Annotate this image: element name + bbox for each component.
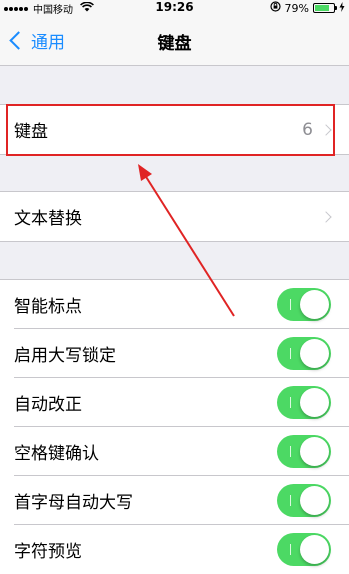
space-confirm-label: 空格键确认 <box>14 444 99 464</box>
status-right: 79% <box>269 1 345 15</box>
auto-correction-row: 自动改正 <box>0 378 349 427</box>
charging-icon <box>339 1 345 15</box>
battery-fill <box>315 5 329 11</box>
caps-lock-row: 启用大写锁定 <box>0 329 349 378</box>
toggle-knob <box>300 339 329 368</box>
text-replacement-group: 文本替换 <box>0 191 349 242</box>
smart-punctuation-label: 智能标点 <box>14 297 82 317</box>
caps-lock-label: 启用大写锁定 <box>14 346 116 366</box>
space-confirm-row: 空格键确认 <box>0 427 349 476</box>
text-replacement-row[interactable]: 文本替换 <box>0 192 349 241</box>
auto-correction-label: 自动改正 <box>14 395 82 415</box>
toggles-group: 智能标点 启用大写锁定 自动改正 空格键确认 首字母自动大写 字符预览 <box>0 279 349 574</box>
caps-lock-toggle[interactable] <box>277 337 331 370</box>
auto-capitalization-row: 首字母自动大写 <box>0 476 349 525</box>
character-preview-label: 字符预览 <box>14 542 82 562</box>
character-preview-toggle[interactable] <box>277 533 331 566</box>
space-confirm-toggle[interactable] <box>277 435 331 468</box>
toggle-knob <box>300 486 329 515</box>
toggle-knob <box>300 437 329 466</box>
smart-punctuation-toggle[interactable] <box>277 288 331 321</box>
navigation-bar: 通用 键盘 <box>0 16 349 66</box>
text-replacement-label: 文本替换 <box>14 209 82 229</box>
auto-correction-toggle[interactable] <box>277 386 331 419</box>
orientation-lock-icon <box>269 1 281 15</box>
auto-capitalization-label: 首字母自动大写 <box>14 493 133 513</box>
chevron-right-icon <box>320 210 332 223</box>
auto-capitalization-toggle[interactable] <box>277 484 331 517</box>
toggle-knob <box>300 388 329 417</box>
battery-icon <box>313 3 337 13</box>
toggle-knob <box>300 290 329 319</box>
character-preview-row: 字符预览 <box>0 525 349 574</box>
annotation-highlight-box <box>6 104 335 156</box>
page-title: 键盘 <box>157 34 192 54</box>
smart-punctuation-row: 智能标点 <box>0 280 349 329</box>
status-bar: 中国移动 19:26 79% <box>0 0 349 16</box>
toggle-knob <box>300 535 329 564</box>
battery-percent: 79% <box>284 1 309 15</box>
